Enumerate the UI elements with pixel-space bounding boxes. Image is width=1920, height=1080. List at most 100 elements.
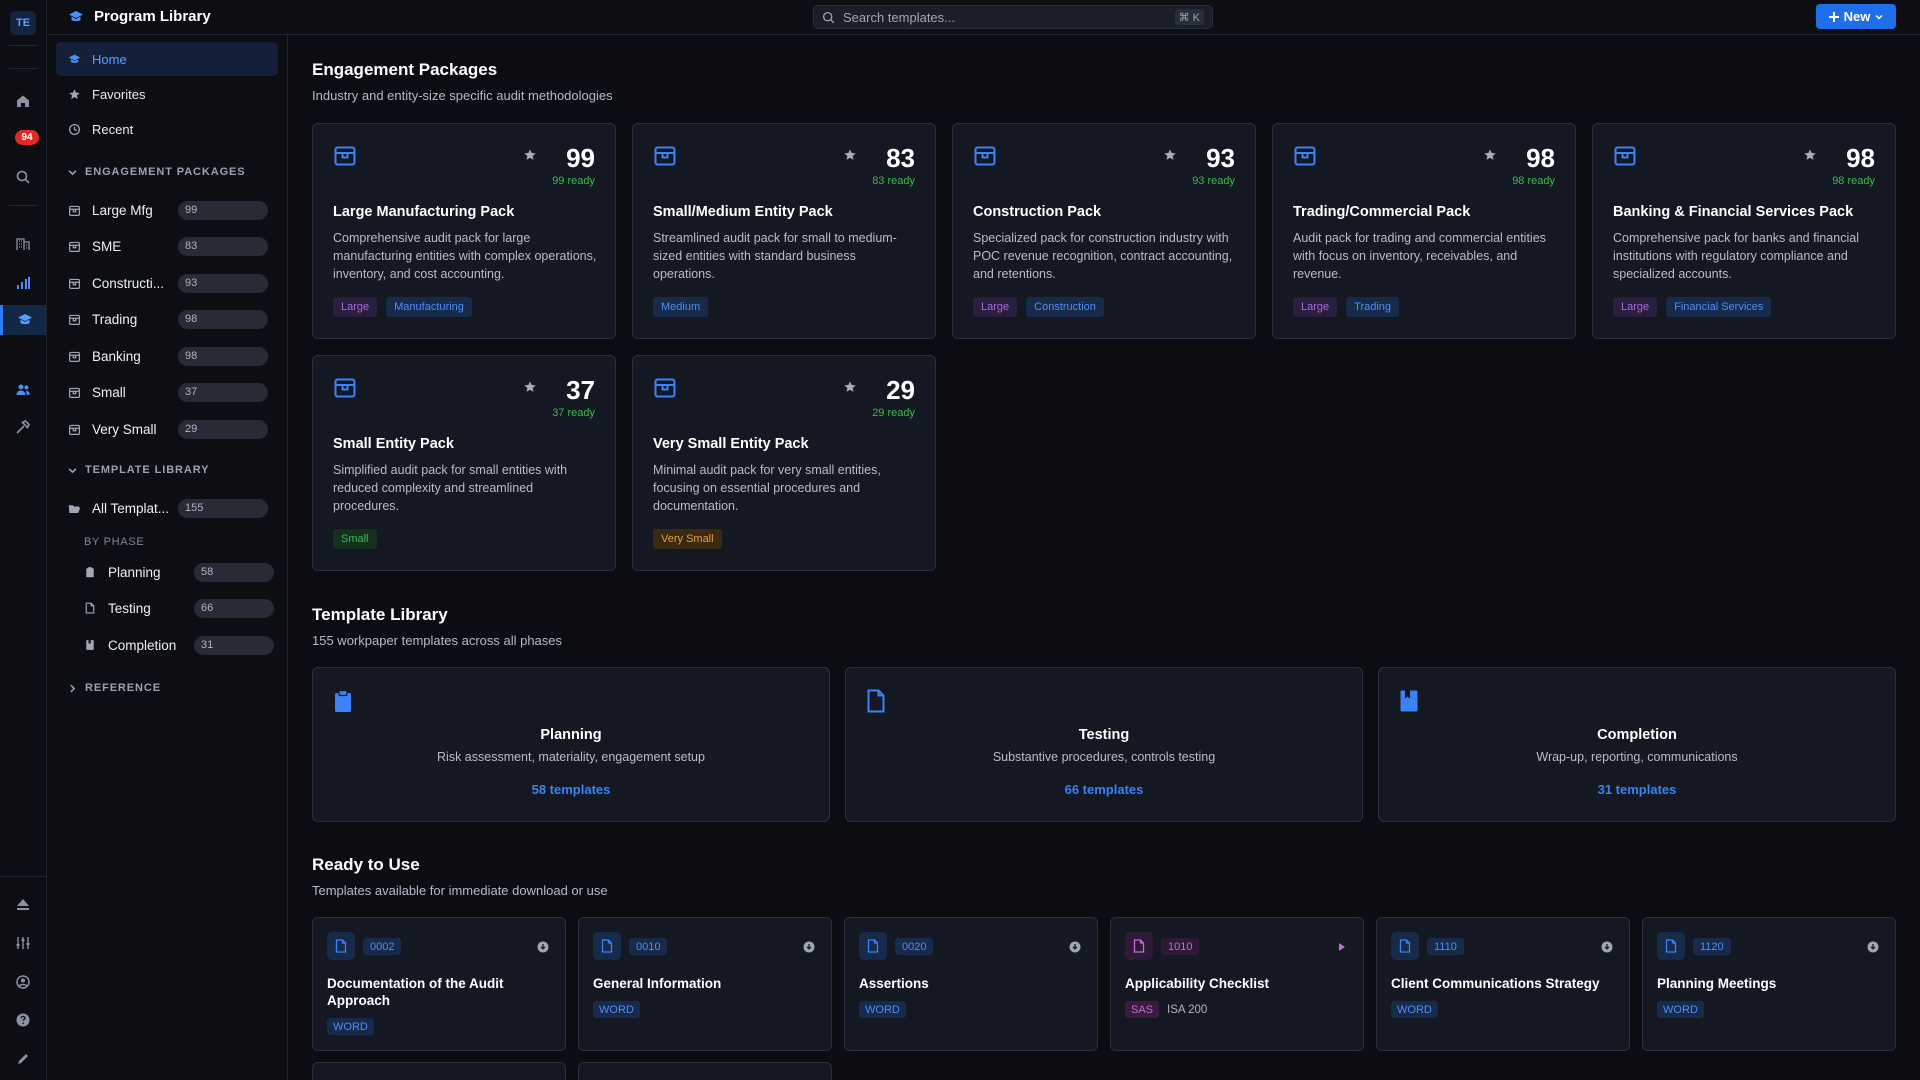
download-icon[interactable] [1069,941,1081,953]
search-icon[interactable] [12,166,34,188]
search-input[interactable] [843,9,1143,25]
pack-card[interactable]: 29 29 ready Very Small Entity Pack Minim… [632,355,936,571]
pack-card[interactable]: 99 99 ready Large Manufacturing Pack Com… [312,123,616,339]
count-badge: 155 [178,498,268,518]
ready-count: 93 ready [1192,175,1235,187]
workspace-avatar[interactable]: TE [10,11,36,35]
ready-to-use-subtitle: Templates available for immediate downlo… [312,883,608,898]
sidebar-item-home[interactable]: Home [56,42,278,76]
star-icon[interactable] [1803,148,1817,162]
template-card[interactable] [312,1062,566,1080]
count-badge: 98 [178,346,268,366]
sidebar-item-construction[interactable]: Constructi... 93 [56,268,278,298]
sidebar-item-all-templates[interactable]: All Templat... 155 [56,493,278,523]
program-library-icon[interactable] [0,305,46,335]
sidebar-item-banking[interactable]: Banking 98 [56,341,278,371]
sidebar-item-recent[interactable]: Recent [56,112,278,146]
sidebar-item-label: Planning [108,564,161,580]
book-icon [83,638,97,652]
tag-list: Large Manufacturing [333,297,472,317]
pack-description: Comprehensive pack for banks and financi… [1613,231,1859,281]
phase-card-planning[interactable]: Planning Risk assessment, materiality, e… [312,667,830,822]
phase-card-completion[interactable]: Completion Wrap-up, reporting, communica… [1378,667,1896,822]
pack-card[interactable]: 98 98 ready Banking & Financial Services… [1592,123,1896,339]
template-card[interactable]: 1120 Planning Meetings WORD [1642,917,1896,1051]
phase-templates-link[interactable]: 66 templates [846,782,1362,797]
phase-title: Testing [1078,727,1130,743]
sidebar-item-sme[interactable]: SME 83 [56,231,278,261]
size-tag: Small [333,529,377,549]
users-icon[interactable] [12,379,34,401]
download-icon[interactable] [1867,941,1879,953]
sidebar-item-favorites[interactable]: Favorites [56,77,278,111]
document-icon [83,601,97,615]
eject-icon[interactable] [12,893,34,915]
star-icon[interactable] [843,380,857,394]
template-card[interactable]: 1010 Applicability Checklist SAS ISA 200 [1110,917,1364,1051]
rail-divider [0,876,47,877]
search-bar[interactable]: ⌘ K [813,5,1213,29]
star-icon[interactable] [1163,148,1177,162]
ready-count: 98 ready [1832,175,1875,187]
pack-description: Audit pack for trading and commercial en… [1293,231,1546,281]
ready-to-use-title: Ready to Use [312,855,420,874]
pack-card[interactable]: 98 98 ready Trading/Commercial Pack Audi… [1272,123,1576,339]
sliders-icon[interactable] [12,932,34,954]
sidebar-item-label: Home [92,51,127,67]
sidebar-item-small[interactable]: Small 37 [56,377,278,407]
download-icon[interactable] [1601,941,1613,953]
chart-icon[interactable] [12,272,34,294]
template-card[interactable]: 0020 Assertions WORD [844,917,1098,1051]
pack-title: Banking & Financial Services Pack [1613,204,1854,220]
phase-card-testing[interactable]: Testing Substantive procedures, controls… [845,667,1363,822]
count-badge: 29 [178,419,268,439]
hammer-icon[interactable] [12,416,34,438]
pack-card[interactable]: 37 37 ready Small Entity Pack Simplified… [312,355,616,571]
sidebar-item-testing[interactable]: Testing 66 [56,593,278,623]
tag-list: Large Trading [1293,297,1400,317]
sidebar-item-very-small[interactable]: Very Small 29 [56,414,278,444]
package-icon [333,376,357,400]
ready-count: 98 ready [1512,175,1555,187]
phase-templates-link[interactable]: 58 templates [313,782,829,797]
play-icon[interactable] [1337,941,1347,953]
profile-icon[interactable] [12,971,34,993]
sidebar-item-large-mfg[interactable]: Large Mfg 99 [56,195,278,225]
star-icon[interactable] [1483,148,1497,162]
pack-card[interactable]: 93 93 ready Construction Pack Specialize… [952,123,1256,339]
pen-icon[interactable] [12,1048,34,1070]
document-icon [593,932,621,960]
template-card[interactable]: 0002 Documentation of the Audit Approach… [312,917,566,1051]
sidebar-item-trading[interactable]: Trading 98 [56,304,278,334]
template-card[interactable]: 0010 General Information WORD [578,917,832,1051]
home-icon[interactable] [12,90,34,112]
template-title: Applicability Checklist [1125,976,1270,991]
building-icon[interactable] [12,233,34,255]
section-reference[interactable]: REFERENCE [68,682,161,694]
sidebar-item-completion[interactable]: Completion 31 [56,630,278,660]
phase-templates-link[interactable]: 31 templates [1379,782,1895,797]
pack-card[interactable]: 83 83 ready Small/Medium Entity Pack Str… [632,123,936,339]
pack-title: Large Manufacturing Pack [333,204,515,220]
template-card[interactable] [578,1062,832,1080]
download-icon[interactable] [803,941,815,953]
graduation-cap-icon [67,52,81,66]
count-badge: 98 [178,309,268,329]
section-engagement-packages[interactable]: ENGAGEMENT PACKAGES [68,166,246,178]
section-template-library[interactable]: TEMPLATE LIBRARY [68,464,209,476]
document-icon [859,932,887,960]
star-icon[interactable] [523,148,537,162]
format-tag: WORD [593,1001,640,1018]
notification-badge[interactable]: 94 [15,130,39,145]
package-icon [973,144,997,168]
size-tag: Large [333,297,378,317]
ready-count: 37 ready [552,407,595,419]
help-icon[interactable] [12,1009,34,1031]
download-icon[interactable] [537,941,549,953]
industry-tag: Manufacturing [386,297,472,317]
star-icon[interactable] [843,148,857,162]
star-icon[interactable] [523,380,537,394]
sidebar-item-planning[interactable]: Planning 58 [56,557,278,587]
template-card[interactable]: 1110 Client Communications Strategy WORD [1376,917,1630,1051]
new-button[interactable]: New [1816,4,1896,29]
